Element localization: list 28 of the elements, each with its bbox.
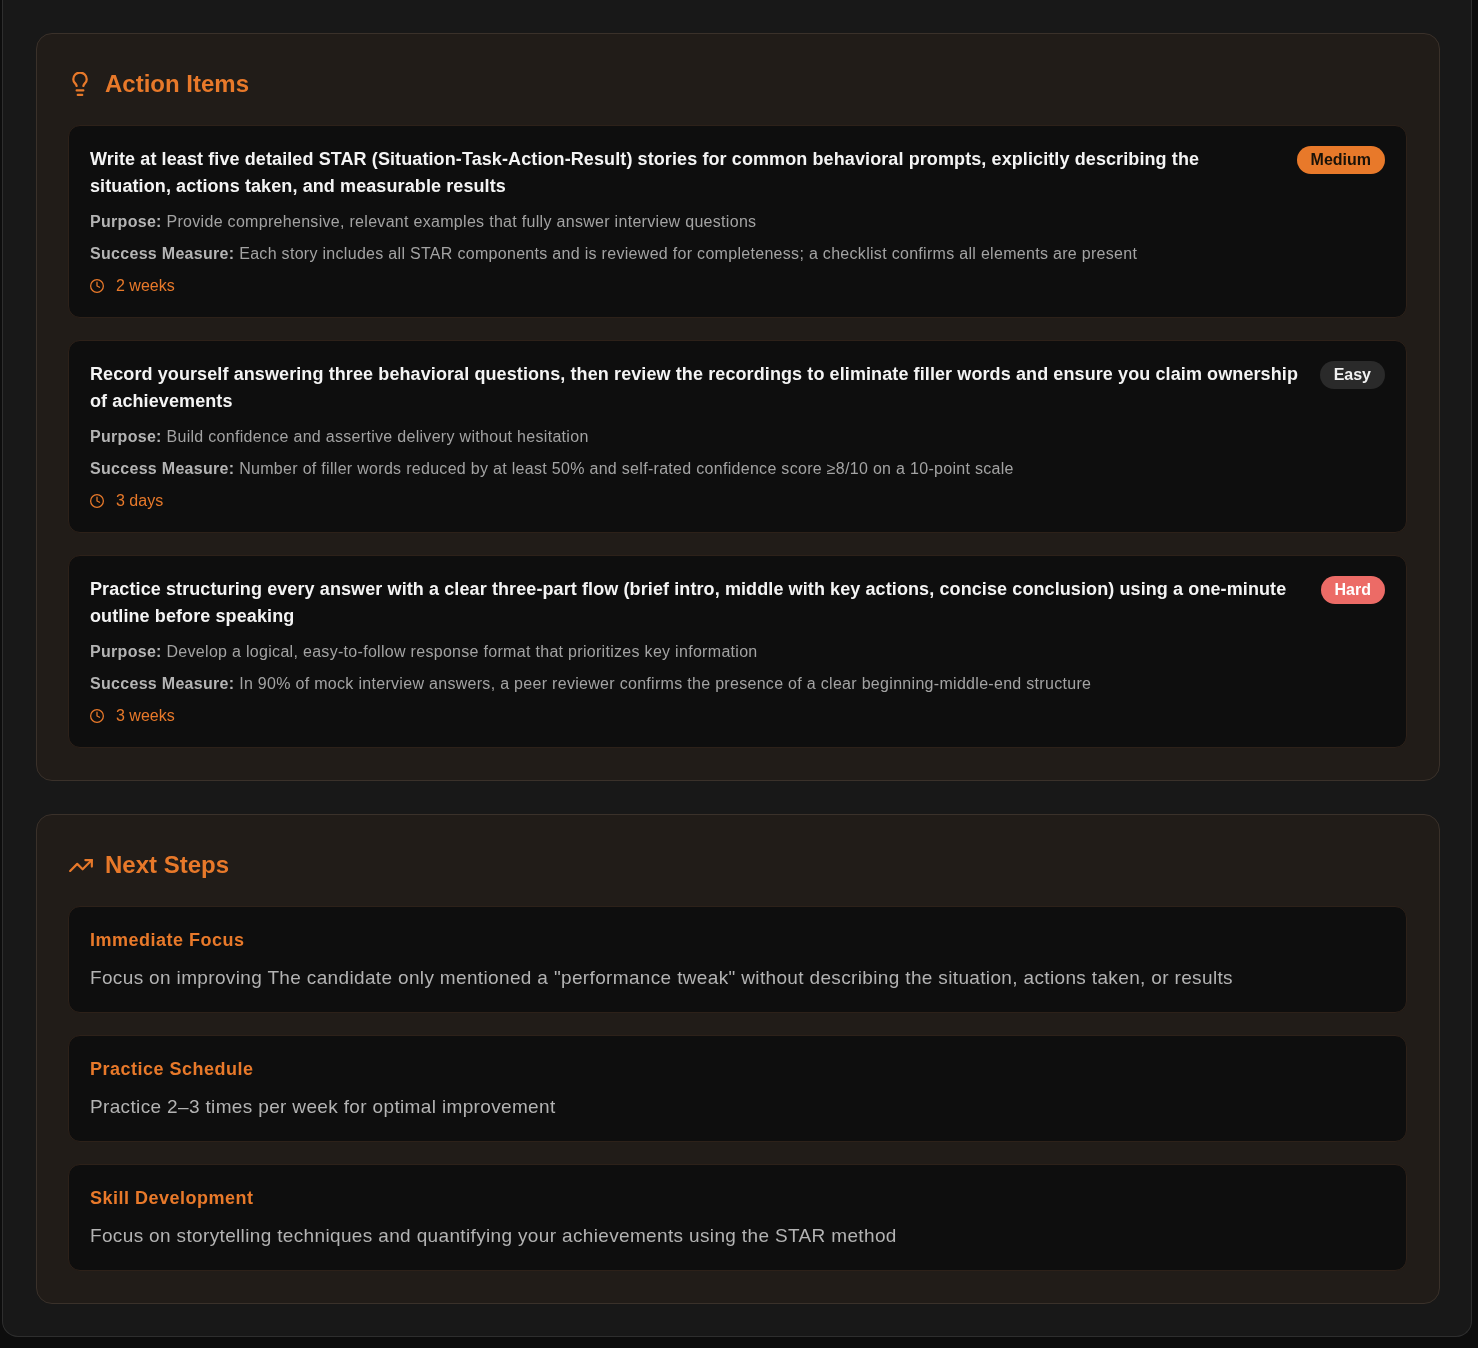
difficulty-badge: Hard <box>1320 576 1385 604</box>
step-text: Practice 2–3 times per week for optimal improvement <box>90 1095 557 1119</box>
difficulty-badge: Medium <box>1296 146 1385 174</box>
duration-text: 2 weeks <box>116 276 175 296</box>
duration-text: 3 days <box>116 491 164 511</box>
clock-icon <box>90 279 104 293</box>
action-title: Practice structuring every answer with a clear three‑part flow (brief intro, middle with key actions, concise conclusion) using a one‑minute outline before speaking <box>90 578 1288 628</box>
purpose-text: Purpose: Build confidence and assertive delivery without hesitation <box>90 427 590 447</box>
section-title: Next Steps <box>105 850 230 880</box>
difficulty-badge: Easy <box>1319 361 1385 389</box>
step-title: Practice Schedule <box>90 1058 255 1081</box>
lightbulb-icon <box>72 72 88 96</box>
clock-icon <box>90 494 104 508</box>
success-measure-text: Success Measure: Each story includes all STAR components and is reviewed for completeness; a checklist confirms all elements are present <box>90 244 1139 264</box>
duration-text: 3 weeks <box>116 706 175 726</box>
trending-up-icon <box>69 858 93 872</box>
step-text: Focus on improving The candidate only mentioned a "performance tweak" without describing the situation, actions taken, or results <box>90 966 1234 990</box>
action-title: Write at least five detailed STAR (Situation-Task-Action-Result) stories for common behavioral prompts, explicitly describing the situation, actions taken, and measurable results <box>90 148 1201 198</box>
section-title: Action Items <box>105 69 250 99</box>
action-title: Record yourself answering three behavioral questions, then review the recordings to eliminate filler words and ensure you claim ownership of achievements <box>90 363 1299 413</box>
success-measure-text: Success Measure: Number of filler words reduced by at least 50% and self-rated confidence score ≥8/10 on a 10‑point scale <box>90 459 1015 479</box>
step-text: Focus on storytelling techniques and quantifying your achievements using the STAR method <box>90 1224 898 1248</box>
purpose-text: Purpose: Develop a logical, easy-to-follow response format that prioritizes key information <box>90 642 759 662</box>
clock-icon <box>90 709 104 723</box>
purpose-text: Purpose: Provide comprehensive, relevant examples that fully answer interview questions <box>90 212 758 232</box>
success-measure-text: Success Measure: In 90% of mock interview answers, a peer reviewer confirms the presence of a clear beginning-middle-end structure <box>90 674 1093 694</box>
step-title: Skill Development <box>90 1187 255 1210</box>
step-title: Immediate Focus <box>90 929 246 952</box>
